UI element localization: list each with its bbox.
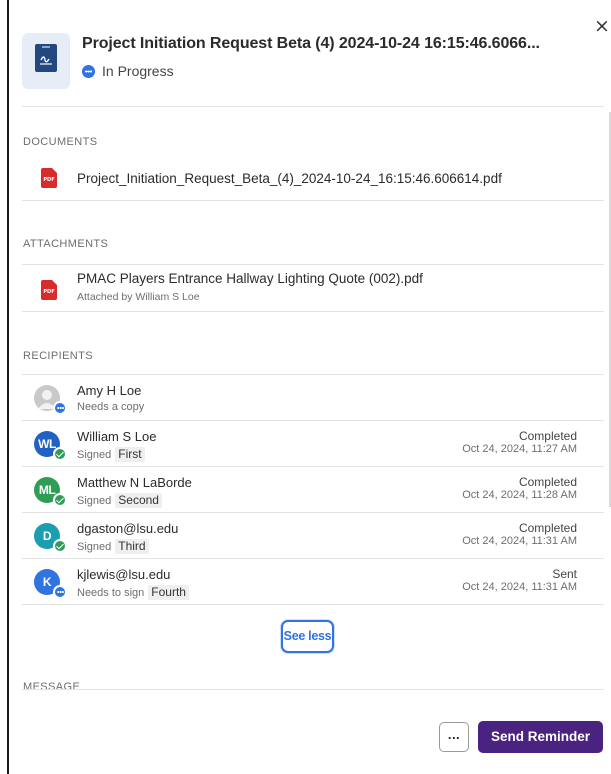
send-reminder-button[interactable]: Send Reminder (478, 721, 603, 753)
divider (22, 106, 604, 107)
divider (22, 689, 604, 690)
recipient-state: Completed (518, 429, 577, 443)
close-button[interactable]: × (594, 16, 610, 36)
completed-check-icon (53, 539, 67, 553)
recipient-status: Signed First (77, 447, 145, 462)
signing-order-tag: First (115, 447, 145, 462)
recipient-row: Amy H Loe Needs a copy (22, 375, 604, 421)
status-indicator: In Progress (82, 61, 174, 81)
recipients-section-label: RECIPIENTS (23, 350, 94, 362)
recipient-name: kjlewis@lsu.edu (77, 567, 171, 582)
recipient-name: Matthew N LaBorde (77, 475, 192, 490)
signing-order-tag: Fourth (148, 585, 189, 600)
completed-check-icon (53, 493, 67, 507)
recipient-name: dgaston@lsu.edu (77, 521, 179, 536)
recipient-name: Amy H Loe (77, 383, 142, 398)
attachments-section-label: ATTACHMENTS (23, 238, 109, 250)
window-edge (7, 0, 9, 774)
recipient-row: K kjlewis@lsu.edu Needs to sign Fourth Se… (22, 559, 604, 605)
agreement-title: Project Initiation Request Beta (4) 2024… (82, 35, 540, 52)
recipient-date: Oct 24, 2024, 11:31 AM (462, 581, 577, 593)
recipient-state: Sent (552, 567, 577, 581)
ellipsis-icon: ... (447, 727, 461, 742)
document-thumbnail (22, 33, 70, 89)
recipient-state: Completed (518, 475, 577, 489)
recipient-name: William S Loe (77, 429, 157, 444)
recipient-date: Oct 24, 2024, 11:31 AM (462, 535, 577, 547)
attachment-row[interactable]: PDF PMAC Players Entrance Hallway Lighti… (22, 264, 604, 312)
recipient-date: Oct 24, 2024, 11:28 AM (462, 489, 577, 501)
documents-section-label: DOCUMENTS (23, 136, 98, 148)
more-options-button[interactable]: ... (439, 722, 469, 752)
completed-check-icon (53, 447, 67, 461)
in-progress-icon (53, 401, 67, 415)
signing-order-tag: Second (115, 493, 162, 508)
see-less-button[interactable]: See less (281, 620, 334, 653)
document-name[interactable]: Project_Initiation_Request_Beta_(4)_2024… (77, 171, 502, 186)
attachment-name[interactable]: PMAC Players Entrance Hallway Lighting Q… (77, 271, 423, 286)
recipient-row: ML Matthew N LaBorde Signed Second Comple… (22, 467, 604, 513)
agreement-detail-panel: × Project Initiation Request Beta (4) 20… (0, 0, 611, 774)
recipient-status: Needs to sign Fourth (77, 585, 189, 600)
in-progress-icon (53, 585, 67, 599)
signing-order-tag: Third (115, 539, 149, 554)
recipient-status: Needs a copy (77, 401, 145, 413)
panel-header: Project Initiation Request Beta (4) 2024… (22, 33, 592, 91)
recipient-state: Completed (518, 521, 577, 535)
recipient-status: Signed Second (77, 493, 162, 508)
document-row[interactable]: PDF Project_Initiation_Request_Beta_(4)_… (22, 152, 604, 201)
recipient-date: Oct 24, 2024, 11:27 AM (462, 443, 577, 455)
pdf-icon: PDF (41, 280, 57, 300)
attached-by-text: Attached by William S Loe (77, 291, 200, 303)
recipient-status: Signed Third (77, 539, 149, 554)
pdf-icon: PDF (41, 168, 57, 188)
status-text: In Progress (102, 63, 174, 79)
recipient-row: D dgaston@lsu.edu Signed Third Completed … (22, 513, 604, 559)
recipient-row: WL William S Loe Signed First Completed O… (22, 421, 604, 467)
signature-document-icon (35, 44, 57, 72)
message-section-label: MESSAGE (23, 681, 81, 689)
in-progress-icon (82, 64, 95, 78)
